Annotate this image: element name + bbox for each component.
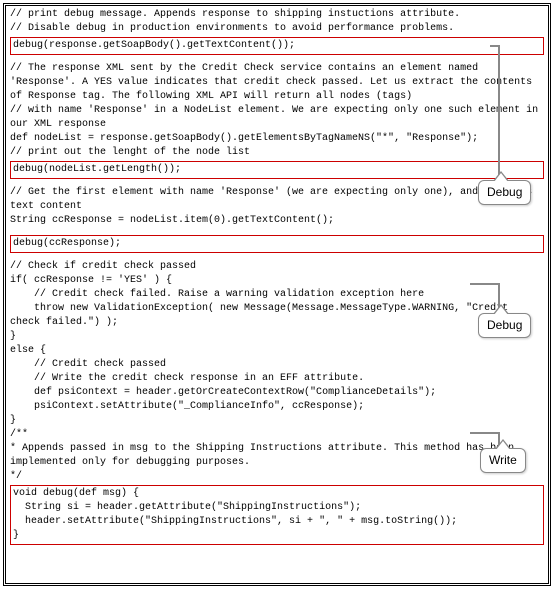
code-line: }: [10, 414, 544, 428]
callout-label: Write: [489, 453, 517, 467]
callout-tail-icon: [493, 171, 509, 181]
code-line: header.setAttribute("ShippingInstruction…: [13, 515, 541, 529]
callout-debug-2: Debug: [478, 313, 531, 338]
callout-debug-1: Debug: [478, 180, 531, 205]
debug-call-2: debug(nodeList.getLength());: [10, 161, 544, 179]
code-line: String si = header.getAttribute("Shippin…: [13, 501, 541, 515]
callout-tail-icon: [495, 439, 511, 449]
callout-label: Debug: [487, 318, 522, 332]
debug-call-1: debug(response.getSoapBody().getTextCont…: [10, 37, 544, 55]
code-line: psiContext.setAttribute("_ComplianceInfo…: [10, 400, 544, 414]
callout-write: Write: [480, 448, 526, 473]
code-line: }: [13, 529, 541, 543]
comment-line: // Get the first element with name 'Resp…: [10, 186, 544, 214]
comment-line: /**: [10, 428, 544, 442]
code-line: void debug(def msg) {: [13, 487, 541, 501]
code-line: def psiContext = header.getOrCreateConte…: [10, 386, 544, 400]
callout-tail-icon: [493, 304, 509, 314]
comment-line: // The response XML sent by the Credit C…: [10, 62, 544, 104]
comment-line: // Disable debug in production environme…: [10, 22, 544, 36]
comment-line: * Appends passed in msg to the Shipping …: [10, 442, 544, 470]
code-line: def nodeList = response.getSoapBody().ge…: [10, 132, 544, 146]
connector-line: [490, 45, 500, 47]
comment-line: // Write the credit check response in an…: [10, 372, 544, 386]
code-line: else {: [10, 344, 544, 358]
debug-method: void debug(def msg) { String si = header…: [10, 485, 544, 545]
code-line: }: [10, 330, 544, 344]
comment-line: // Credit check passed: [10, 358, 544, 372]
comment-line: // print out the lenght of the node list: [10, 146, 544, 160]
code-line: String ccResponse = nodeList.item(0).get…: [10, 214, 544, 228]
comment-line: // Credit check failed. Raise a warning …: [10, 288, 544, 302]
comment-line: */: [10, 470, 544, 484]
comment-line: // print debug message. Appends response…: [10, 8, 544, 22]
debug-call-3: debug(ccResponse);: [10, 235, 544, 253]
code-line: if( ccResponse != 'YES' ) {: [10, 274, 544, 288]
connector-line: [470, 432, 500, 434]
comment-line: // Check if credit check passed: [10, 260, 544, 274]
comment-line: // with name 'Response' in a NodeList el…: [10, 104, 544, 132]
code-container: // print debug message. Appends response…: [3, 3, 551, 586]
callout-label: Debug: [487, 185, 522, 199]
connector-line: [498, 45, 500, 182]
code-line: throw new ValidationException( new Messa…: [10, 302, 544, 330]
connector-line: [470, 283, 500, 285]
